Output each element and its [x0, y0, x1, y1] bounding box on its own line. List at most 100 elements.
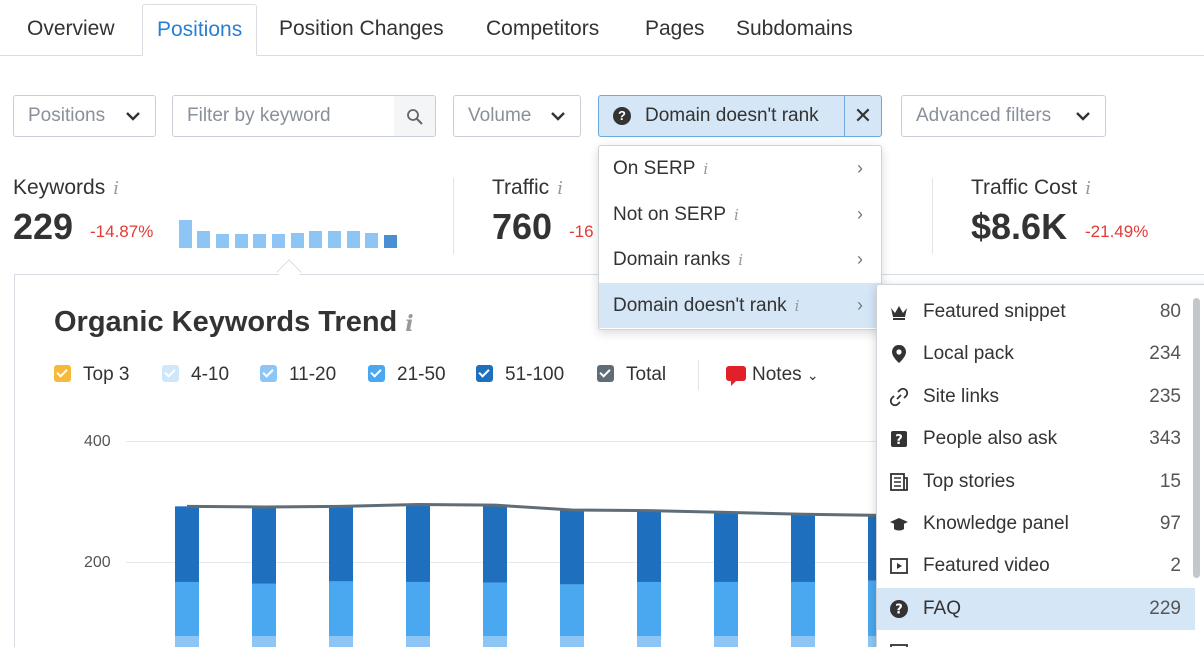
link-icon: [889, 387, 909, 407]
tab-position-changes[interactable]: Position Changes: [279, 4, 444, 56]
traffic-metric-label: Traffic i: [492, 176, 563, 200]
submenu-item-partial[interactable]: [877, 631, 1195, 647]
submenu-item-label: Knowledge panel: [923, 513, 1069, 534]
checkbox-icon: [476, 365, 493, 382]
submenu-item-top-stories[interactable]: Top stories 15: [877, 461, 1195, 503]
notes-dropdown[interactable]: Notes ⌄: [726, 364, 819, 386]
mini-bar: [347, 231, 360, 248]
menu-item-not-on-serp[interactable]: Not on SERP i ›: [599, 192, 881, 237]
chevron-right-icon: ›: [857, 204, 863, 224]
submenu-item-label: Local pack: [923, 343, 1014, 364]
list-icon: [890, 644, 908, 647]
tab-subdomains[interactable]: Subdomains: [736, 4, 853, 56]
gridline: [126, 441, 886, 442]
submenu-item-local-pack[interactable]: Local pack 234: [877, 333, 1195, 375]
submenu-item-people-also-ask[interactable]: ? People also ask 343: [877, 418, 1195, 460]
submenu-item-label: Top stories: [923, 471, 1015, 492]
positions-dropdown-label: Positions: [28, 105, 106, 126]
submenu-item-count: 235: [1149, 386, 1181, 407]
tab-competitors[interactable]: Competitors: [486, 4, 599, 56]
mini-bar: [309, 231, 322, 248]
legend-top3[interactable]: Top 3: [54, 364, 129, 386]
tab-overview[interactable]: Overview: [27, 4, 115, 56]
submenu-item-count: 15: [1159, 471, 1181, 492]
submenu-item-count: 97: [1159, 513, 1181, 534]
submenu-item-label: FAQ: [923, 598, 962, 619]
info-icon[interactable]: i: [557, 178, 563, 199]
tab-positions[interactable]: Positions: [142, 4, 258, 56]
mini-bar: [272, 234, 285, 248]
serp-features-filter[interactable]: ? Domain doesn't rank: [598, 95, 845, 137]
traffic-cost-label-text: Traffic Cost: [971, 176, 1078, 199]
submenu-item-label: Site links: [923, 386, 1000, 407]
submenu-item-featured-video[interactable]: Featured video 2: [877, 545, 1195, 587]
legend-label: 21-50: [397, 364, 446, 385]
advanced-filters-dropdown[interactable]: Advanced filters: [901, 95, 1106, 137]
legend-label: 11-20: [289, 364, 337, 385]
close-icon: ✕: [853, 103, 873, 128]
legend-label: Top 3: [83, 364, 130, 385]
traffic-label-text: Traffic: [492, 176, 550, 199]
location-pin-icon: [892, 345, 906, 363]
checkbox-icon: [368, 365, 385, 382]
search-button[interactable]: [394, 95, 436, 137]
menu-item-label: On SERP: [613, 158, 696, 179]
submenu-item-label: People also ask: [923, 428, 1058, 449]
y-axis-tick: 400: [84, 433, 111, 450]
positions-dropdown[interactable]: Positions: [13, 95, 156, 137]
mini-bar: [235, 234, 248, 248]
newspaper-icon: [890, 473, 908, 491]
menu-item-on-serp[interactable]: On SERP i ›: [599, 146, 881, 191]
y-axis-tick: 200: [84, 554, 111, 571]
submenu-item-label: Featured video: [923, 555, 1050, 576]
keywords-metric-value: 229: [13, 206, 74, 247]
keyword-filter-input[interactable]: Filter by keyword: [172, 95, 395, 137]
mini-bar: [179, 220, 192, 248]
volume-dropdown[interactable]: Volume: [453, 95, 581, 137]
chevron-down-icon: [125, 96, 141, 121]
traffic-cost-metric-delta: -21.49%: [1085, 222, 1149, 241]
menu-item-domain-ranks[interactable]: Domain ranks i ›: [599, 237, 881, 282]
metric-divider: [932, 178, 933, 254]
serp-features-filter-label: Domain doesn't rank: [645, 105, 819, 126]
submenu-item-count: 229: [1149, 598, 1181, 619]
submenu-item-featured-snippet[interactable]: Featured snippet 80: [877, 291, 1195, 333]
tab-pages[interactable]: Pages: [645, 4, 705, 56]
submenu-scrollbar[interactable]: [1193, 298, 1200, 578]
info-icon[interactable]: i: [1085, 178, 1091, 199]
volume-dropdown-label: Volume: [468, 105, 532, 126]
mini-bar: [253, 234, 266, 248]
question-circle-icon: ?: [613, 107, 631, 125]
info-icon[interactable]: i: [405, 311, 413, 337]
chevron-down-icon: [1075, 96, 1091, 121]
menu-item-domain-doesnt-rank[interactable]: Domain doesn't rank i ›: [599, 283, 881, 328]
legend-total[interactable]: Total: [597, 364, 666, 386]
traffic-cost-metric-value: $8.6K: [971, 206, 1068, 247]
legend-21-50[interactable]: 21-50: [368, 364, 446, 386]
serp-features-menu: On SERP i › Not on SERP i › Domain ranks i › D…: [598, 145, 882, 330]
submenu-item-site-links[interactable]: Site links 235: [877, 376, 1195, 418]
submenu-item-faq[interactable]: ? FAQ 229: [877, 588, 1195, 630]
legend-11-20[interactable]: 11-20: [260, 364, 336, 386]
mini-bar: [365, 233, 378, 248]
legend-4-10[interactable]: 4-10: [162, 364, 229, 386]
svg-text:?: ?: [895, 433, 903, 448]
search-icon: [407, 109, 423, 125]
keywords-label-text: Keywords: [13, 176, 106, 199]
submenu-item-knowledge-panel[interactable]: Knowledge panel 97: [877, 503, 1195, 545]
submenu-item-count: 343: [1149, 428, 1181, 449]
menu-item-label: Domain ranks: [613, 249, 731, 270]
legend-51-100[interactable]: 51-100: [476, 364, 564, 386]
chart-title-text: Organic Keywords Trend: [54, 306, 398, 338]
checkbox-icon: [260, 365, 277, 382]
chevron-right-icon: ›: [857, 249, 863, 269]
graduation-cap-icon: [890, 518, 908, 531]
advanced-filters-label: Advanced filters: [916, 105, 1052, 126]
info-icon[interactable]: i: [113, 178, 119, 199]
clear-filter-button[interactable]: ✕: [844, 95, 882, 137]
keywords-metric-label: Keywords i: [13, 176, 119, 200]
crown-icon: [891, 306, 907, 320]
metric-divider: [453, 178, 454, 254]
legend-label: Total: [626, 364, 667, 385]
question-box-icon: ?: [891, 431, 907, 448]
